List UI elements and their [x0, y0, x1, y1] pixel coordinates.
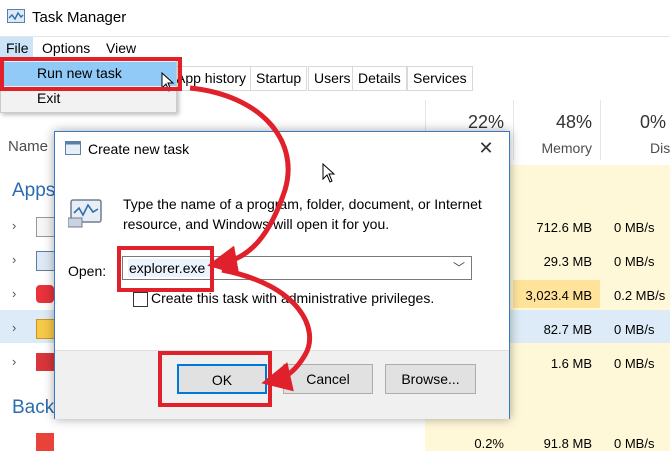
disk-cell: 0 MB/s — [614, 254, 655, 269]
section-apps: Apps — [12, 180, 56, 201]
task-manager-icon — [7, 9, 25, 23]
disk-label[interactable]: Disk — [650, 140, 670, 156]
title-bar: Task Manager — [0, 0, 670, 37]
tab-services[interactable]: Services — [407, 66, 473, 91]
window-title: Task Manager — [32, 9, 127, 26]
column-name[interactable]: Name — [8, 138, 48, 155]
disk-cell: 0 MB/s — [614, 436, 655, 451]
disk-cell: 0 MB/s — [614, 356, 655, 371]
tab-details[interactable]: Details — [352, 66, 407, 91]
expand-chevron-icon[interactable]: › — [12, 218, 16, 233]
run-program-icon — [68, 199, 102, 228]
memory-percent[interactable]: 48% — [520, 112, 592, 133]
tab-app-history[interactable]: App history — [170, 66, 253, 91]
run-icon — [65, 141, 81, 155]
memory-label[interactable]: Memory — [520, 140, 592, 156]
memory-cell: 1.6 MB — [550, 356, 592, 371]
highlight-ok-button — [158, 351, 272, 407]
expand-chevron-icon[interactable]: › — [12, 354, 16, 369]
dialog-title-bar: Create new task ✕ — [55, 132, 509, 165]
app-icon — [36, 433, 54, 451]
disk-cell: 0 MB/s — [614, 220, 655, 235]
cpu-cell: 0.2% — [474, 436, 504, 451]
column-divider — [513, 100, 514, 160]
browse-button[interactable]: Browse... — [385, 364, 476, 394]
cancel-button[interactable]: Cancel — [283, 364, 373, 394]
expand-chevron-icon[interactable]: › — [12, 320, 16, 335]
expand-chevron-icon[interactable]: › — [12, 252, 16, 267]
task-manager-icon — [36, 251, 56, 271]
menu-view[interactable]: View — [106, 40, 136, 56]
memory-cell: 82.7 MB — [543, 322, 592, 337]
tab-users[interactable]: Users — [308, 66, 357, 91]
expand-chevron-icon[interactable]: › — [12, 286, 16, 301]
menu-bar: File Options View — [0, 37, 670, 59]
dialog-title: Create new task — [88, 141, 190, 157]
menu-options[interactable]: Options — [42, 40, 90, 56]
folder-icon — [36, 319, 56, 339]
highlight-run-new-task — [0, 57, 182, 91]
menu-file[interactable]: File — [0, 37, 33, 59]
open-label: Open: — [68, 263, 107, 279]
memory-cell: 3,023.4 MB — [525, 288, 593, 303]
disk-percent[interactable]: 0% — [640, 112, 670, 133]
column-divider — [600, 100, 601, 160]
memory-cell: 29.3 MB — [543, 254, 592, 269]
admin-privileges-checkbox[interactable] — [133, 292, 148, 307]
memory-cell: 712.6 MB — [536, 220, 592, 235]
disk-cell: 0 MB/s — [614, 322, 655, 337]
admin-privileges-label: Create this task with administrative pri… — [151, 290, 435, 306]
menu-item-label: Exit — [37, 90, 61, 106]
highlight-open-input — [117, 246, 214, 292]
menu-file-label: File — [6, 40, 29, 56]
app-icon — [36, 353, 54, 371]
mail-icon — [36, 217, 56, 237]
mouse-cursor-icon — [322, 163, 336, 183]
section-background: Back — [12, 397, 55, 418]
vivaldi-icon — [36, 285, 54, 303]
chevron-down-icon[interactable]: ﹀ — [453, 259, 465, 276]
tab-startup[interactable]: Startup — [250, 66, 308, 91]
disk-cell: 0.2 MB/s — [614, 288, 666, 303]
cpu-percent[interactable]: 22% — [440, 112, 504, 133]
memory-cell: 91.8 MB — [543, 436, 592, 451]
dialog-description: Type the name of a program, folder, docu… — [123, 196, 482, 232]
close-icon[interactable]: ✕ — [475, 137, 497, 159]
